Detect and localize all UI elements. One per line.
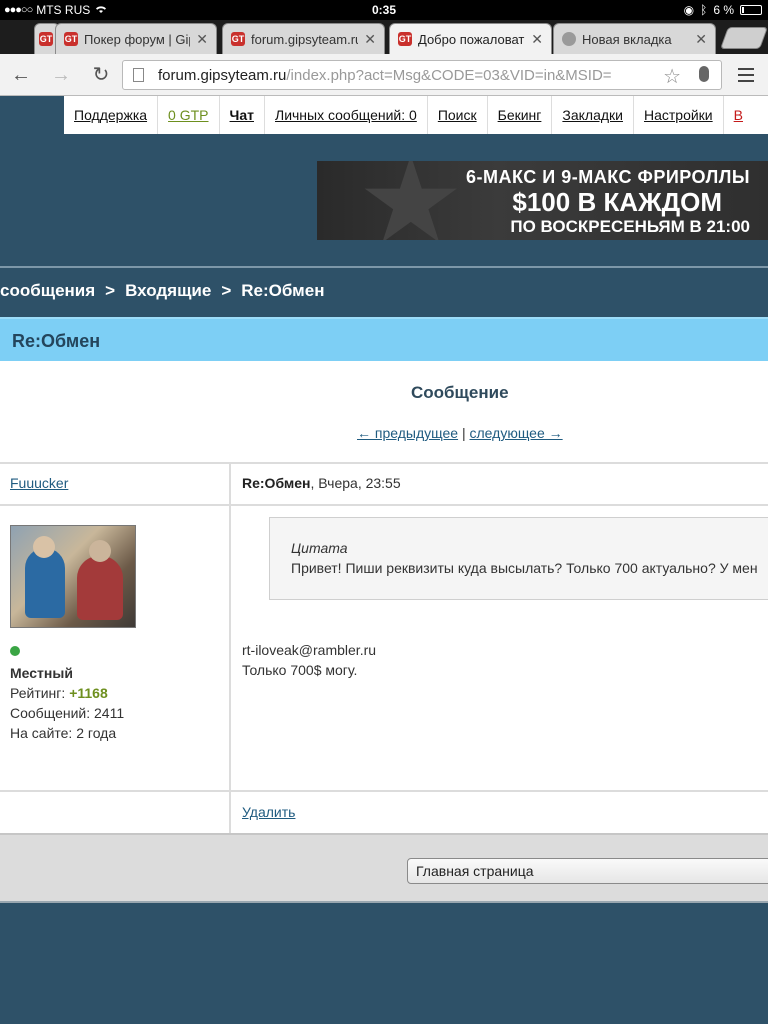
- new-tab-button[interactable]: [719, 27, 768, 49]
- orientation-lock-icon: ◉: [683, 3, 695, 17]
- poker-favicon-icon: GT: [398, 32, 412, 46]
- message-subject-bar: Re:Обмен: [0, 317, 768, 361]
- tab-title: Новая вкладка: [582, 31, 672, 47]
- user-rank: Местный: [10, 665, 73, 681]
- nav-logout-cutoff[interactable]: В: [724, 96, 753, 134]
- nav-backing[interactable]: Бекинг: [488, 96, 553, 134]
- online-status-icon: [10, 646, 20, 656]
- close-icon[interactable]: ✕: [196, 31, 208, 48]
- microphone-icon[interactable]: [699, 66, 709, 82]
- bookmark-star-icon[interactable]: ☆: [663, 64, 681, 89]
- user-site-age: На сайте: 2 года: [10, 725, 117, 741]
- forum-jump-bar: Главная страница: [0, 833, 768, 903]
- banner-line-1: 6-МАКС И 9-МАКС ФРИРОЛЛЫ: [466, 167, 750, 187]
- next-message-link[interactable]: следующее →: [470, 425, 563, 441]
- forum-jump-select[interactable]: Главная страница: [407, 858, 768, 884]
- poker-favicon-icon: GT: [39, 32, 53, 46]
- address-bar[interactable]: forum.gipsyteam.ru/index.php?act=Msg&COD…: [122, 60, 722, 90]
- poker-favicon-icon: GT: [231, 32, 245, 46]
- bluetooth-icon: ᛒ: [700, 3, 708, 17]
- message-subject: Re:Обмен: [12, 331, 101, 351]
- message-pager: ← предыдущее | следующее →: [357, 425, 563, 441]
- nav-settings[interactable]: Настройки: [634, 96, 724, 134]
- actions-spacer-cell: [0, 792, 231, 833]
- quote-text: Привет! Пиши реквизиты куда высылать? То…: [291, 560, 758, 576]
- post-actions-row: Удалить: [0, 790, 768, 833]
- tab-active-welcome[interactable]: GT Добро пожаловать ✕: [389, 23, 552, 54]
- nav-chat[interactable]: Чат: [220, 96, 265, 134]
- pager-divider: |: [461, 425, 466, 441]
- close-icon[interactable]: ✕: [364, 31, 376, 48]
- battery-icon: [740, 5, 762, 15]
- delete-link[interactable]: Удалить: [242, 804, 295, 820]
- post-body-row: Местный Рейтинг: +1168 Сообщений: 2411 Н…: [0, 504, 768, 790]
- post-date: , Вчера, 23:55: [310, 475, 401, 491]
- site-top-nav: Поддержка 0 GTP Чат Личных сообщений: 0 …: [64, 96, 768, 134]
- tab-title: Добро пожаловать: [418, 31, 526, 47]
- ios-status-bar: ●●●○○ MTS RUS 0:35 ◉ ᛒ 6 %: [0, 0, 768, 20]
- clock: 0:35: [371, 3, 397, 17]
- header-divider: [0, 266, 768, 268]
- url-path: /index.php?act=Msg&CODE=03&VID=in&MSID=: [286, 66, 612, 84]
- nav-private-messages[interactable]: Личных сообщений: 0: [265, 96, 428, 134]
- forward-arrow-icon[interactable]: →: [48, 62, 74, 88]
- close-icon[interactable]: ✕: [695, 31, 707, 48]
- message-panel: Сообщение ← предыдущее | следующее → Fuu…: [0, 361, 768, 833]
- close-icon[interactable]: ✕: [531, 31, 543, 48]
- actions-cell: Удалить: [233, 792, 768, 833]
- star-decoration-icon: ★: [357, 161, 465, 240]
- back-arrow-icon[interactable]: ←: [8, 62, 34, 88]
- post-subject: Re:Обмен: [242, 475, 311, 491]
- rating-label: Рейтинг:: [10, 685, 70, 701]
- user-meta: Местный Рейтинг: +1168 Сообщений: 2411 Н…: [10, 663, 124, 743]
- banner-line-2: $100 В КАЖДОМ: [512, 187, 722, 217]
- system-indicators: ◉ ᛒ 6 %: [684, 3, 762, 17]
- breadcrumb-current: Re:Обмен: [241, 281, 325, 300]
- quote-label: Цитата: [291, 540, 348, 556]
- post-content-cell: Цитата Привет! Пиши реквизиты куда высыл…: [233, 506, 768, 790]
- post-title: Re:Обмен, Вчера, 23:55: [242, 475, 401, 491]
- previous-message-link[interactable]: ← предыдущее: [357, 425, 458, 441]
- post-body-line: rt-iloveak@rambler.ru: [242, 642, 377, 658]
- post-title-cell: Re:Обмен, Вчера, 23:55: [233, 464, 768, 504]
- nav-search[interactable]: Поиск: [428, 96, 488, 134]
- tab-new-tab[interactable]: Новая вкладка ✕: [553, 23, 716, 54]
- post-body-line: Только 700$ могу.: [242, 662, 358, 678]
- browser-toolbar: ← → ↻ forum.gipsyteam.ru/index.php?act=M…: [0, 54, 768, 96]
- breadcrumb-messages[interactable]: сообщения: [0, 281, 95, 300]
- message-heading: Сообщение: [411, 383, 509, 402]
- reload-icon[interactable]: ↻: [88, 62, 114, 88]
- author-cell: Fuuucker: [0, 464, 231, 504]
- browser-tab-strip: GT GT Покер форум | Gips ✕ GT forum.gips…: [0, 20, 768, 54]
- user-rating: Рейтинг: +1168: [10, 683, 124, 703]
- tab-poker-forum[interactable]: GT Покер форум | Gips ✕: [55, 23, 217, 54]
- tab-title: forum.gipsyteam.ru/i: [251, 31, 359, 47]
- nav-gtp-balance[interactable]: 0 GTP: [158, 96, 220, 134]
- battery-percent: 6 %: [713, 3, 734, 17]
- user-post-count: Сообщений: 2411: [10, 705, 125, 721]
- rating-value: +1168: [69, 685, 108, 701]
- post-body: rt-iloveak@rambler.ru Только 700$ могу.: [242, 640, 376, 680]
- breadcrumb-inbox[interactable]: Входящие: [125, 281, 211, 300]
- tab-forum-gipsyteam[interactable]: GT forum.gipsyteam.ru/i ✕: [222, 23, 385, 54]
- avatar[interactable]: [10, 525, 136, 628]
- menu-icon[interactable]: [738, 68, 754, 82]
- breadcrumb-separator: >: [221, 281, 232, 300]
- quote-block: Цитата Привет! Пиши реквизиты куда высыл…: [269, 517, 768, 600]
- breadcrumb-separator: >: [105, 281, 116, 300]
- author-link[interactable]: Fuuucker: [10, 475, 68, 491]
- post-header-row: Fuuucker Re:Обмен, Вчера, 23:55: [0, 462, 768, 504]
- tab-title: Покер форум | Gips: [84, 31, 190, 47]
- url-host: forum.gipsyteam.ru: [158, 66, 287, 84]
- nav-support[interactable]: Поддержка: [64, 96, 159, 134]
- poker-favicon-icon: GT: [64, 32, 78, 46]
- breadcrumb: сообщения > Входящие > Re:Обмен: [0, 281, 324, 301]
- globe-icon: [562, 32, 576, 46]
- user-info-cell: Местный Рейтинг: +1168 Сообщений: 2411 Н…: [0, 506, 231, 790]
- banner-line-3: ПО ВОСКРЕСЕНЬЯМ В 21:00: [510, 217, 750, 236]
- page-icon: [133, 68, 144, 82]
- promo-banner[interactable]: ★ 6-МАКС И 9-МАКС ФРИРОЛЛЫ $100 В КАЖДОМ…: [317, 161, 768, 240]
- nav-bookmarks[interactable]: Закладки: [552, 96, 634, 134]
